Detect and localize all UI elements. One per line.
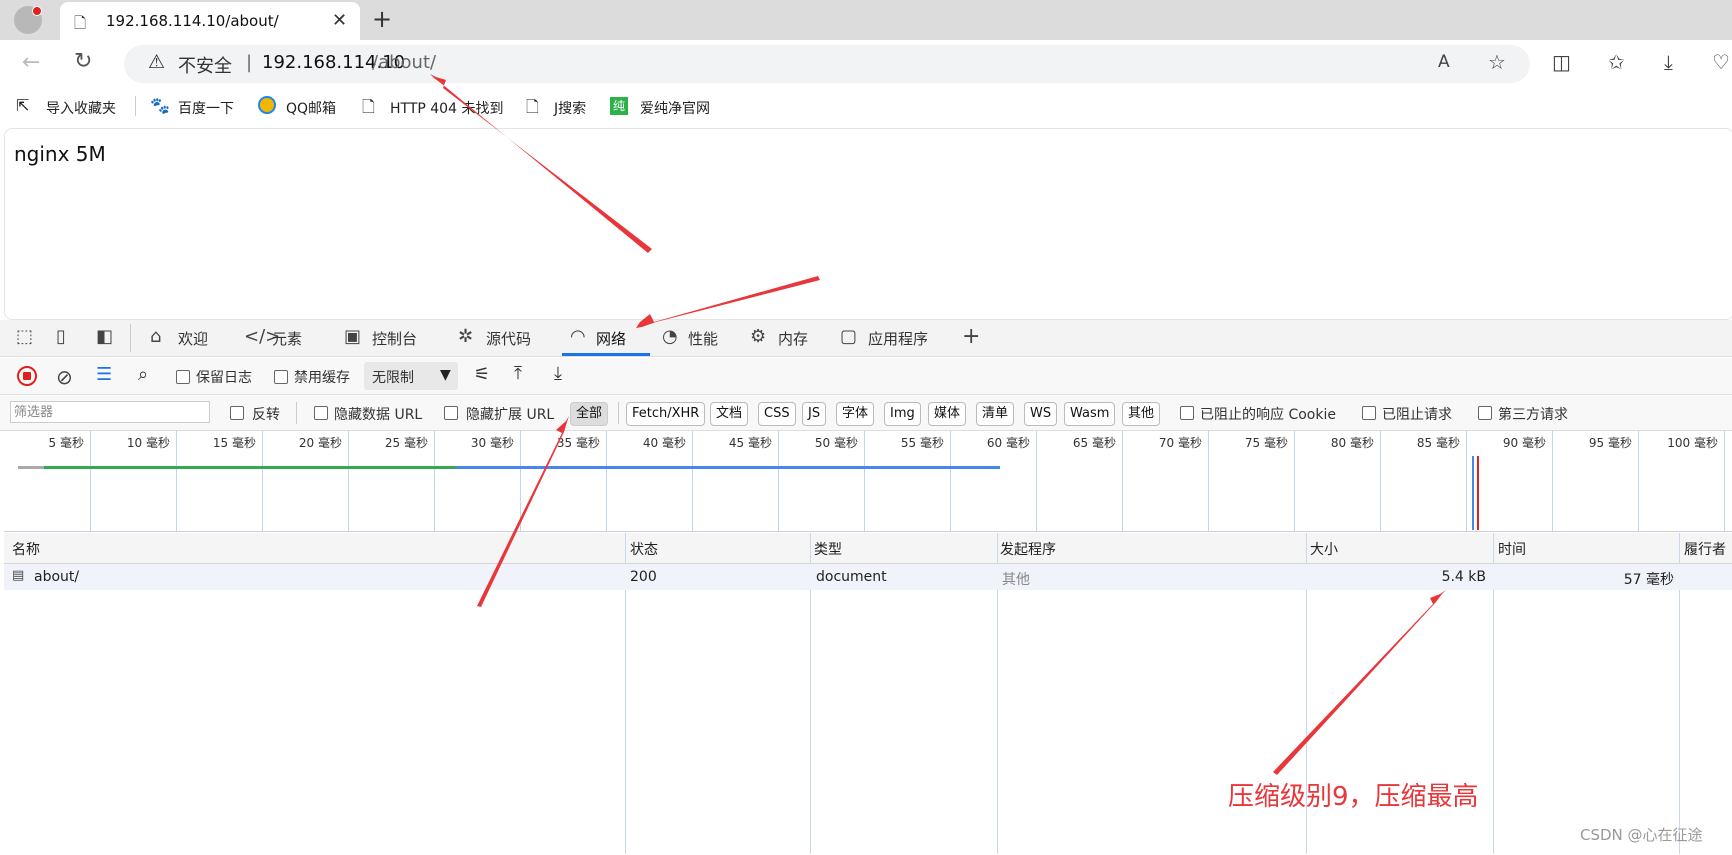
annotation-arrow	[430, 74, 652, 253]
annotation-text: 压缩级别9，压缩最高	[1228, 782, 1479, 812]
annotation-arrow	[477, 416, 569, 607]
annotation-arrows	[430, 74, 1446, 775]
watermark: CSDN @心在征途	[1580, 826, 1703, 844]
annotation-arrow	[636, 276, 820, 328]
annotation-arrow	[1273, 590, 1446, 775]
